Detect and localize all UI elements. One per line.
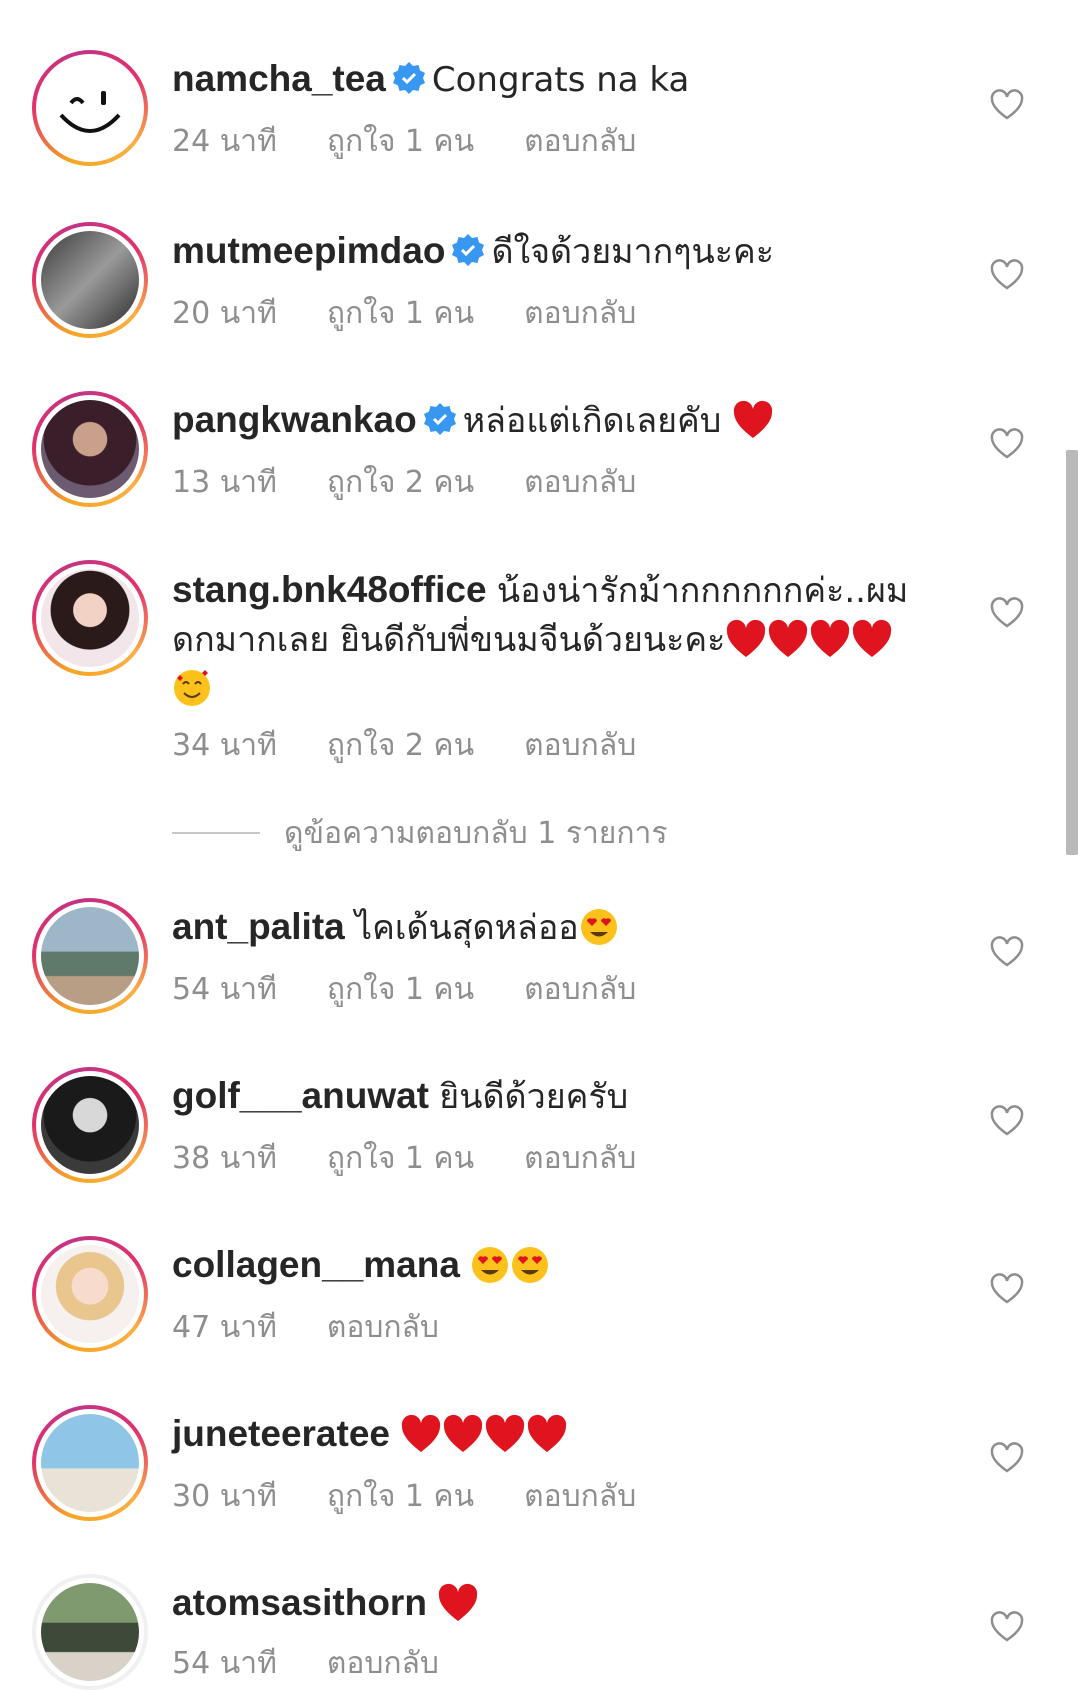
red-heart-icon xyxy=(853,619,892,657)
like-heart-icon[interactable] xyxy=(990,259,1024,291)
comment-likes[interactable]: ถูกใจ 1 คน xyxy=(327,1141,474,1176)
comment-text: ดีใจด้วยมากๆนะคะ xyxy=(491,232,774,272)
view-replies-link[interactable]: ดูข้อความตอบกลับ 1 รายการ xyxy=(172,808,668,858)
comment-username[interactable]: pangkwankao xyxy=(172,399,417,440)
comment-time: 38 นาที xyxy=(172,1141,277,1176)
scrollbar[interactable] xyxy=(1066,450,1078,855)
red-heart-icon xyxy=(811,619,850,657)
red-heart-icon xyxy=(528,1414,567,1452)
avatar[interactable] xyxy=(32,898,148,1014)
like-heart-icon[interactable] xyxy=(990,1273,1024,1305)
comment-text: ยินดีด้วยครับ xyxy=(439,1077,629,1117)
comment-username[interactable]: ant_palita xyxy=(172,906,345,947)
comment-time: 54 นาที xyxy=(172,1646,277,1681)
reply-button[interactable]: ตอบกลับ xyxy=(524,465,636,500)
comment-username[interactable]: mutmeepimdao xyxy=(172,230,445,271)
comment-text: หล่อแต่เกิดเลยคับ xyxy=(462,401,722,441)
comment-time: 34 นาที xyxy=(172,728,277,763)
reply-button[interactable]: ตอบกลับ xyxy=(524,972,636,1007)
verified-badge-icon xyxy=(423,403,456,435)
avatar[interactable] xyxy=(32,50,148,166)
reply-button[interactable]: ตอบกลับ xyxy=(327,1646,439,1681)
red-heart-icon xyxy=(402,1414,441,1452)
comment-likes[interactable]: ถูกใจ 1 คน xyxy=(327,972,474,1007)
smiley-face-icon xyxy=(59,91,121,133)
comment-likes[interactable]: ถูกใจ 1 คน xyxy=(327,1479,474,1514)
comment-username[interactable]: atomsasithorn xyxy=(172,1582,427,1623)
heart-eyes-icon xyxy=(512,1247,549,1283)
comment-text: Congrats na ka xyxy=(431,60,690,100)
avatar[interactable] xyxy=(32,222,148,338)
like-heart-icon[interactable] xyxy=(990,936,1024,968)
view-replies-label[interactable]: ดูข้อความตอบกลับ 1 รายการ xyxy=(284,810,668,857)
red-heart-icon xyxy=(727,619,766,657)
red-heart-icon xyxy=(444,1414,483,1452)
divider xyxy=(172,832,260,834)
comment-username[interactable]: collagen__mana xyxy=(172,1244,460,1285)
avatar[interactable] xyxy=(32,560,148,676)
like-heart-icon[interactable] xyxy=(990,89,1024,121)
comment-likes[interactable]: ถูกใจ 2 คน xyxy=(327,465,474,500)
heart-eyes-icon xyxy=(472,1247,509,1283)
reply-button[interactable]: ตอบกลับ xyxy=(524,728,636,763)
red-heart-icon xyxy=(733,400,772,438)
like-heart-icon[interactable] xyxy=(990,1442,1024,1474)
avatar[interactable] xyxy=(32,391,148,507)
comment-time: 54 นาที xyxy=(172,972,277,1007)
reply-button[interactable]: ตอบกลับ xyxy=(524,1141,636,1176)
comment-likes[interactable]: ถูกใจ 1 คน xyxy=(327,124,474,159)
reply-button[interactable]: ตอบกลับ xyxy=(524,1479,636,1514)
comment-time: 30 นาที xyxy=(172,1479,277,1514)
comment-username[interactable]: namcha_tea xyxy=(172,58,386,99)
comment-time: 13 นาที xyxy=(172,465,277,500)
reply-button[interactable]: ตอบกลับ xyxy=(524,124,636,159)
verified-badge-icon xyxy=(452,234,485,266)
like-heart-icon[interactable] xyxy=(990,1105,1024,1137)
red-heart-icon xyxy=(486,1414,525,1452)
comment-likes[interactable]: ถูกใจ 2 คน xyxy=(327,728,474,763)
verified-badge-icon xyxy=(392,62,425,94)
heart-eyes-icon xyxy=(580,909,617,945)
red-heart-icon xyxy=(769,619,808,657)
comment-username[interactable]: juneteeratee xyxy=(172,1413,390,1454)
reply-button[interactable]: ตอบกลับ xyxy=(524,296,636,331)
like-heart-icon[interactable] xyxy=(990,428,1024,460)
red-heart-icon xyxy=(439,1583,478,1621)
smiling-face-with-hearts-icon xyxy=(174,670,210,706)
comment-likes[interactable]: ถูกใจ 1 คน xyxy=(327,296,474,331)
comment-time: 47 นาที xyxy=(172,1310,277,1345)
comment-time: 24 นาที xyxy=(172,124,277,159)
avatar[interactable] xyxy=(32,1067,148,1183)
reply-button[interactable]: ตอบกลับ xyxy=(327,1310,439,1345)
comment-username[interactable]: stang.bnk48office xyxy=(172,569,487,610)
avatar[interactable] xyxy=(32,1405,148,1521)
avatar[interactable] xyxy=(32,1574,148,1690)
comment-time: 20 นาที xyxy=(172,296,277,331)
avatar[interactable] xyxy=(32,1236,148,1352)
like-heart-icon[interactable] xyxy=(990,1611,1024,1643)
comment-text: ไคเด้นสุดหล่ออ xyxy=(355,908,579,948)
comment-username[interactable]: golf___anuwat xyxy=(172,1075,429,1116)
like-heart-icon[interactable] xyxy=(990,597,1024,629)
